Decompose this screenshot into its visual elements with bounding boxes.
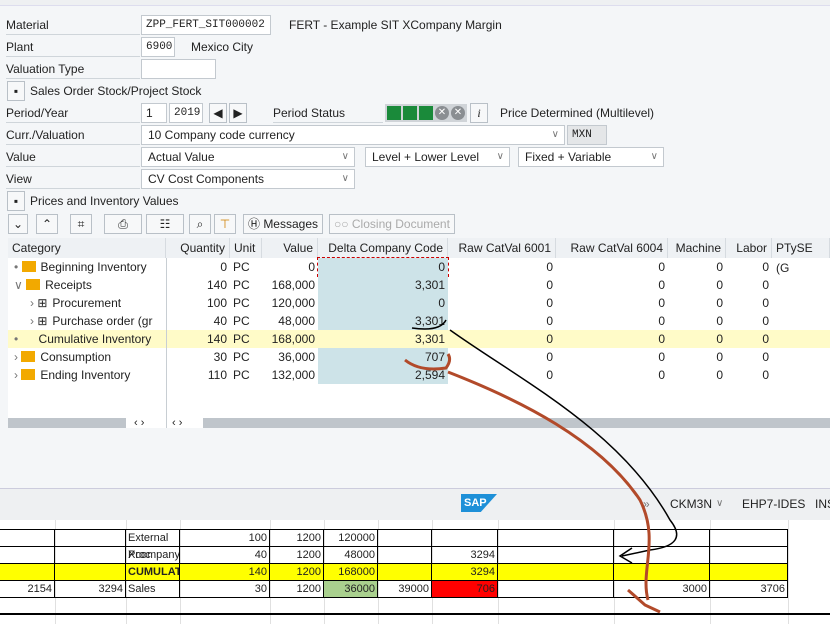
red-arrow-annotation	[404, 353, 661, 614]
black-arrow-annotation	[411, 319, 678, 564]
annotation-overlay	[404, 319, 678, 614]
